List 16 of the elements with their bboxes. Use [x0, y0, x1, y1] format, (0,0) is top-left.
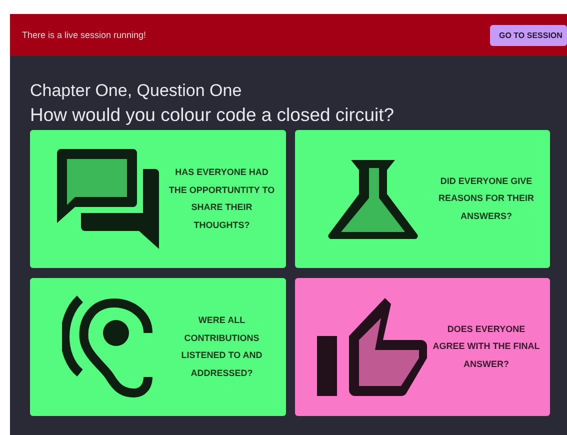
go-to-session-button[interactable]: GO TO SESSION — [490, 24, 567, 46]
live-session-message: There is a live session running! — [22, 30, 146, 40]
question-title: How would you colour code a closed circuit? — [30, 103, 396, 127]
ear-icon — [62, 295, 154, 399]
question-card[interactable]: WERE ALL CONTRIBUTIONS LISTENED TO AND ADDRESSED? — [30, 278, 286, 416]
chapter-title: Chapter One, Question One — [30, 80, 243, 102]
card-question: WERE ALL CONTRIBUTIONS LISTENED TO AND ADDRESSED? — [180, 314, 264, 380]
card-question: DOES EVERYONE AGREE WITH THE FINAL ANSWER? — [432, 322, 540, 371]
card-question: DID EVERYONE GIVE REASONS FOR THEIR ANSWERS? — [437, 174, 535, 223]
thumbs-up-icon — [316, 296, 428, 398]
card-question: HAS EVERYONE HAD THE OPPORTUNTITY TO SHARE THEIR THOUGHTS? — [168, 166, 276, 232]
chat-bubbles-icon — [57, 149, 159, 249]
question-card[interactable]: HAS EVERYONE HAD THE OPPORTUNTITY TO SHARE THEIR THOUGHTS? — [30, 130, 286, 268]
question-card[interactable]: DOES EVERYONE AGREE WITH THE FINAL ANSWER? — [294, 278, 550, 416]
question-card[interactable]: DID EVERYONE GIVE REASONS FOR THEIR ANSWERS? — [294, 130, 550, 268]
flask-icon — [326, 158, 418, 240]
